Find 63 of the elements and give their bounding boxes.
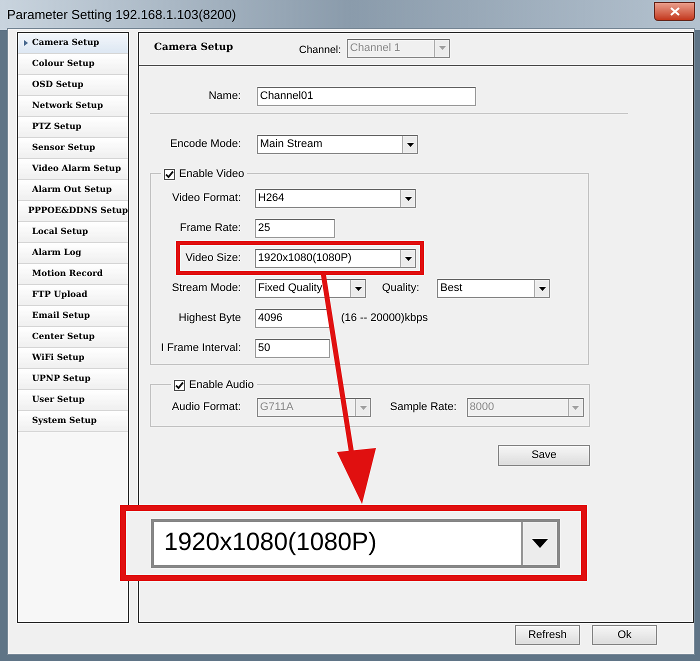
checkbox-label: Enable Audio [189,378,254,393]
dropdown-arrow-icon [404,196,412,200]
sidebar-item[interactable]: Local Setup [18,222,128,243]
sidebar-item[interactable]: UPNP Setup [18,369,128,390]
sidebar-item[interactable]: Colour Setup [18,54,128,75]
dropdown-arrow-icon [404,256,412,260]
dropdown-arrow-icon [532,538,548,548]
field-label: Quality: [382,281,420,296]
text-field[interactable]: 4096 [255,309,330,328]
save-button[interactable]: Save [498,445,590,466]
field-label: Video Size: [184,251,241,266]
sidebar-item[interactable]: Motion Record [18,264,128,285]
checkbox[interactable] [174,380,185,391]
field-label: Frame Rate: [178,221,241,236]
sidebar-item[interactable]: Alarm Log [18,243,128,264]
dropdown-arrow-icon [360,406,366,410]
close-button[interactable] [654,2,695,20]
sidebar-item[interactable]: System Setup [18,411,128,432]
dropdown-field[interactable]: 1920x1080(1080P) [255,249,416,268]
sidebar-item[interactable]: Camera Setup [18,33,128,54]
caret-icon [24,40,28,46]
checkbox-label: Enable Video [179,167,244,182]
sidebar-item[interactable]: FTP Upload [18,285,128,306]
dropdown-field[interactable]: Best [437,279,550,298]
panel-title: Camera Setup [154,40,234,54]
sidebar-item[interactable]: Video Alarm Setup [18,159,128,180]
sidebar-item[interactable]: WiFi Setup [18,348,128,369]
sidebar-item[interactable]: OSD Setup [18,75,128,96]
enlarged-dropdown-field: 1920x1080(1080P) [151,518,560,568]
text-field[interactable]: 50 [255,339,330,358]
ok-button[interactable]: Ok [592,625,657,645]
range-hint: (16 -- 20000)kbps [341,311,428,326]
field-label: Stream Mode: [170,281,241,296]
sidebar-item[interactable]: Alarm Out Setup [18,180,128,201]
channel-label: Channel: [299,43,342,58]
dropdown-arrow-icon [572,406,580,410]
sidebar-item[interactable]: User Setup [18,390,128,411]
sidebar-item[interactable]: Email Setup [18,306,128,327]
dropdown-arrow-icon [354,286,362,290]
close-icon [670,6,680,16]
checkbox[interactable] [164,168,175,180]
refresh-button[interactable]: Refresh [515,625,580,645]
field-label: Encode Mode: [169,137,241,152]
dropdown-arrow-icon [406,142,414,146]
field-label: Sample Rate: [390,400,457,416]
sidebar-item[interactable]: PPPOE&DDNS Setup [18,201,128,222]
dropdown-arrow-icon [538,286,546,290]
field-label: Highest Byte [178,311,241,326]
dropdown-field[interactable]: Main Stream [257,135,418,154]
dropdown-field[interactable]: H264 [255,189,416,208]
window-title: Parameter Setting 192.168.1.103(8200) [7,6,236,24]
field-label: Name: [208,89,241,104]
sidebar-item[interactable]: Network Setup [18,96,128,117]
sidebar-item[interactable]: Center Setup [18,327,128,348]
text-field[interactable]: Channel01 [257,87,476,106]
field-label: I Frame Interval: [160,341,241,356]
text-field[interactable]: 25 [255,219,335,238]
sidebar-item[interactable]: PTZ Setup [18,117,128,138]
sidebar-item[interactable]: Sensor Setup [18,138,128,159]
field-label: Video Format: [171,191,241,206]
field-label: Audio Format: [170,400,241,416]
dropdown-arrow-icon [438,46,446,50]
dropdown-field[interactable]: Fixed Quality [255,279,366,298]
